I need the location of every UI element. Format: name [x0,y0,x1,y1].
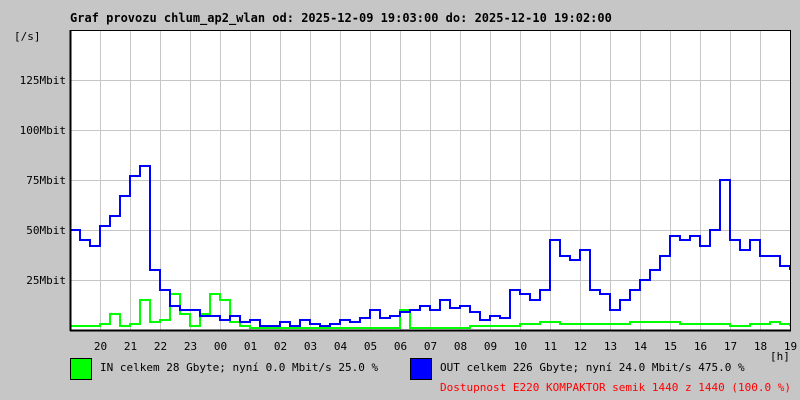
x-tick-label: 12 [573,340,588,353]
x-tick-label: 09 [483,340,498,353]
x-tick-label: 07 [423,340,438,353]
x-tick-label: 11 [543,340,558,353]
x-tick-label: 03 [303,340,318,353]
x-tick-label: 13 [603,340,618,353]
legend-in-swatch [70,358,92,380]
y-tick-label: 125Mbit [19,73,66,87]
x-tick-label: 20 [93,340,108,353]
x-axis-unit: [h] [770,350,790,363]
x-tick-label: 04 [333,340,348,353]
y-tick-label: 50Mbit [26,223,66,237]
legend-out-text: OUT celkem 226 Gbyte; nyní 24.0 Mbit/s 4… [440,361,745,374]
x-tick-label: 22 [153,340,168,353]
x-tick-label: 08 [453,340,468,353]
x-tick-label: 01 [243,340,258,353]
x-tick-label: 21 [123,340,138,353]
x-tick-label: 15 [663,340,678,353]
y-tick-label: 75Mbit [26,173,66,187]
y-axis-unit: [/s] [14,30,41,43]
x-tick-label: 05 [363,340,378,353]
x-tick-label: 23 [183,340,198,353]
x-tick-label: 16 [693,340,708,353]
legend-out-swatch [410,358,432,380]
chart-title: Graf provozu chlum_ap2_wlan od: 2025-12-… [70,11,612,25]
x-tick-label: 06 [393,340,408,353]
y-tick-label: 25Mbit [26,273,66,287]
y-tick-label: 100Mbit [19,123,66,137]
availability-text: Dostupnost E220 KOMPAKTOR semik 1440 z 1… [440,381,791,394]
x-tick-label: 00 [213,340,228,353]
legend-in-text: IN celkem 28 Gbyte; nyní 0.0 Mbit/s 25.0… [100,361,379,374]
x-tick-label: 14 [633,340,648,353]
x-tick-label: 02 [273,340,288,353]
x-tick-label: 17 [723,340,738,353]
x-tick-label: 10 [513,340,528,353]
